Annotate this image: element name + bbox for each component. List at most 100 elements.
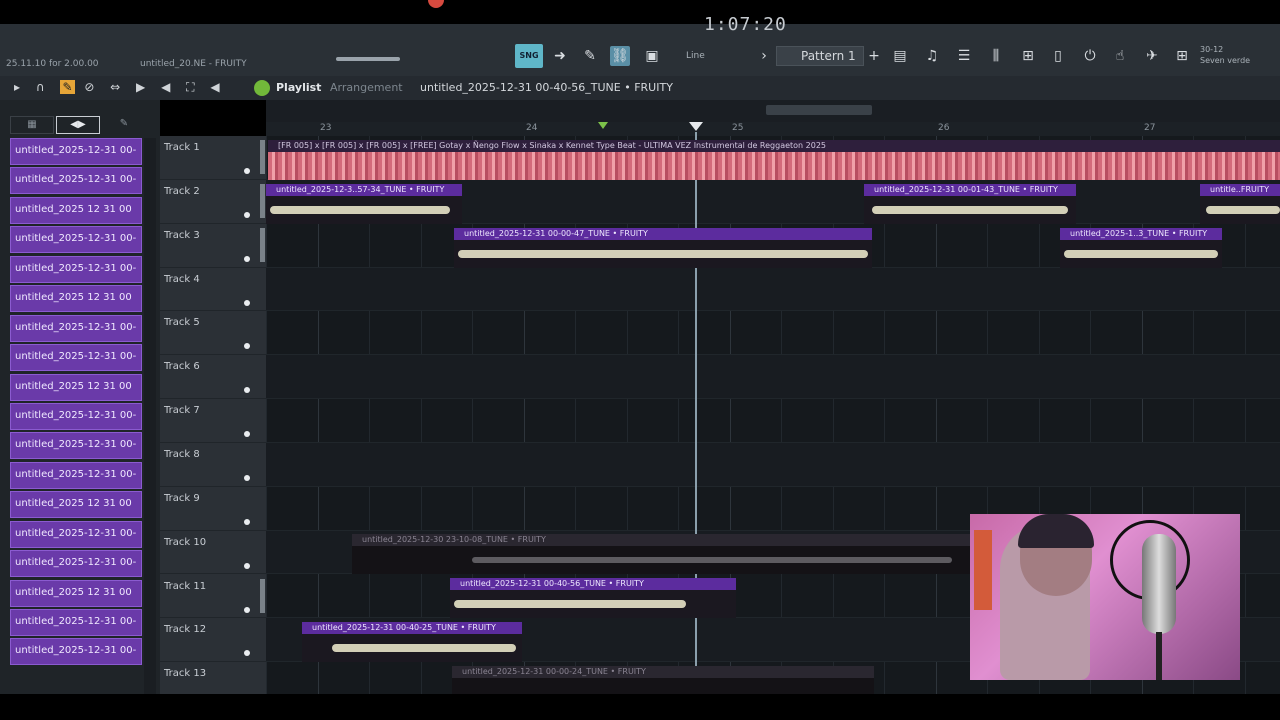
track-mute-dot[interactable] [244, 299, 250, 306]
arrow-icon[interactable]: ➜ [550, 46, 570, 66]
track-mute-dot[interactable] [244, 211, 250, 218]
playlist-header: ▸ ∩ ✎ ⊘ ⇔ ▶ ◀ ⛶ ◀ Playlist Arrangement u… [0, 76, 1280, 100]
clip-track3-a[interactable]: untitled_2025-12-31 00-00-47_TUNE • FRUI… [454, 228, 872, 268]
track-header[interactable]: Track 11 [160, 575, 266, 619]
song-mode-button[interactable]: SNG [515, 44, 543, 68]
track-header[interactable]: Track 6 [160, 355, 266, 400]
piano-roll-icon[interactable]: ♫ [922, 46, 942, 66]
track-header[interactable]: Track 1 [160, 136, 266, 180]
clip-track10[interactable]: untitled_2025-12-30 23-10-08_TUNE • FRUI… [352, 534, 972, 574]
picker-item[interactable]: untitled_2025 12 31 00 [10, 373, 142, 401]
picker-item[interactable]: untitled_2025-12-31 00- [10, 226, 142, 254]
clip-label: untitled_2025-12-31 00-40-56_TUNE • FRUI… [450, 578, 736, 590]
clip-label: untitled_2025-12-3..57-34_TUNE • FRUITY [266, 184, 462, 196]
track-name: Track 1 [164, 142, 200, 153]
track-header[interactable]: Track 2 [160, 180, 266, 224]
picker-item[interactable]: untitled_2025-12-31 00- [10, 314, 142, 342]
track-mute-dot[interactable] [244, 474, 250, 481]
track-header[interactable]: Track 10 [160, 531, 266, 575]
track-header[interactable]: Track 3 [160, 224, 266, 268]
track-mute-dot[interactable] [244, 387, 250, 394]
master-volume-slider[interactable] [336, 57, 400, 61]
channel-rack-icon[interactable]: ☰ [954, 46, 974, 66]
track-header[interactable]: Track 8 [160, 443, 266, 487]
track-mute-dot[interactable] [244, 255, 250, 262]
picker-item[interactable]: untitled_2025 12 31 00 [10, 491, 142, 519]
snap-select[interactable]: Line [672, 48, 742, 64]
link-icon[interactable]: ⛓ [610, 46, 630, 66]
track-name: Track 5 [164, 317, 200, 329]
picker-scrollbar[interactable] [144, 138, 156, 694]
clip-track2-c[interactable]: untitle..FRUITY [1200, 184, 1280, 224]
track-mute-dot[interactable] [244, 518, 250, 525]
add-pattern-icon[interactable]: + [864, 46, 884, 66]
track-name: Track 8 [164, 448, 200, 460]
track-mute-dot[interactable] [244, 343, 250, 350]
ruler-label: 24 [526, 123, 538, 133]
grid-icon[interactable]: ⊞ [1172, 46, 1192, 66]
track-mute-dot[interactable] [244, 606, 250, 613]
clip-waveform [302, 634, 522, 662]
track-header[interactable]: Track 5 [160, 311, 266, 356]
clip-master[interactable]: [FR 005] x [FR 005] x [FR 005] x [FREE] … [268, 140, 1280, 180]
picker-item[interactable]: untitled_2025 12 31 00 [10, 196, 142, 224]
picker-tab-patterns[interactable]: ▦ [10, 116, 54, 134]
clip-track2-a[interactable]: untitled_2025-12-3..57-34_TUNE • FRUITY [266, 184, 462, 224]
track-header[interactable]: Track 7 [160, 399, 266, 443]
playlist-icon[interactable]: ▤ [890, 46, 910, 66]
picker-item[interactable]: untitled_2025 12 31 00 [10, 579, 142, 607]
picker-tab-audio[interactable]: ◀▶ [56, 116, 100, 134]
track-level-bar [260, 578, 265, 613]
prev-pattern-icon[interactable]: › [754, 46, 774, 66]
picker-item[interactable]: untitled_2025-12-31 00- [10, 550, 142, 578]
picker-item[interactable]: untitled_2025-12-31 00- [10, 520, 142, 548]
picker-item[interactable]: untitled_2025 12 31 00 [10, 285, 142, 313]
cpu-panel: 30-12 Seven verde [1200, 44, 1250, 66]
stamp-icon[interactable]: ▣ [642, 46, 662, 66]
track-mute-dot[interactable] [244, 650, 250, 657]
clip-label: untitled_2025-12-31 00-01-43_TUNE • FRUI… [864, 184, 1076, 196]
playlist-tools[interactable]: ▸ ∩ ✎ ⊘ ⇔ ▶ ◀ ⛶ ◀ [14, 80, 226, 95]
track-header[interactable]: Track 4 [160, 268, 266, 312]
track-mute-dot[interactable] [244, 431, 250, 438]
picker-item[interactable]: untitled_2025-12-31 00- [10, 609, 142, 636]
track-header[interactable]: Track 12 [160, 618, 266, 663]
fx-icon[interactable]: ✈ [1142, 46, 1162, 66]
picker-item[interactable]: untitled_2025-12-31 00- [10, 255, 142, 283]
track-name: Track 10 [164, 536, 207, 548]
track-name: Track 4 [164, 273, 200, 285]
timeline-ruler[interactable]: 23 24 25 26 27 [266, 122, 1280, 136]
scroll-thumb[interactable] [766, 105, 872, 115]
clip-waveform [450, 590, 736, 618]
picker-item[interactable]: untitled_2025-12-31 00- [10, 402, 142, 430]
touch-icon[interactable]: ☝ [1110, 46, 1130, 66]
clip-track2-b[interactable]: untitled_2025-12-31 00-01-43_TUNE • FRUI… [864, 184, 1076, 224]
track-mute-dot[interactable] [244, 562, 250, 569]
clip-track12[interactable]: untitled_2025-12-31 00-40-25_TUNE • FRUI… [302, 622, 522, 662]
time-scroll[interactable] [266, 100, 1280, 122]
picker-item[interactable]: untitled_2025-12-31 00- [10, 461, 142, 489]
playhead-handle[interactable] [689, 122, 703, 131]
mixer-icon[interactable]: ⫼ [986, 46, 1006, 66]
picker-item[interactable]: untitled_2025-12-31 00- [10, 344, 142, 372]
pencil-icon[interactable]: ✎ [580, 46, 600, 66]
track-name: Track 12 [164, 624, 207, 636]
clip-track11[interactable]: untitled_2025-12-31 00-40-56_TUNE • FRUI… [450, 578, 736, 618]
playlist-subtitle[interactable]: Arrangement [330, 81, 403, 94]
picker-item[interactable]: untitled_2025-12-31 00- [10, 638, 142, 666]
picker-item[interactable]: untitled_2025-12-31 00- [10, 432, 142, 460]
track-header[interactable]: Track 9 [160, 487, 266, 531]
file-icon[interactable]: ▯ [1048, 46, 1068, 66]
clip-track3-b[interactable]: untitled_2025-1..3_TUNE • FRUITY [1060, 228, 1222, 268]
picker-item[interactable]: untitled_2025-12-31 00- [10, 167, 142, 195]
plugin-icon[interactable]: ⏻ [1080, 46, 1100, 66]
picker-item[interactable]: untitled_2025-12-31 00- [10, 138, 142, 165]
track-mute-dot[interactable] [244, 168, 250, 174]
ruler-label: 23 [320, 123, 332, 133]
browser-icon[interactable]: ⊞ [1018, 46, 1038, 66]
picker-tab-automation[interactable]: ✎ [102, 116, 146, 134]
loop-marker[interactable] [598, 122, 608, 129]
microphone [1142, 534, 1176, 634]
pattern-select[interactable]: Pattern 1 [776, 46, 864, 66]
track-name: Track 6 [164, 361, 200, 373]
